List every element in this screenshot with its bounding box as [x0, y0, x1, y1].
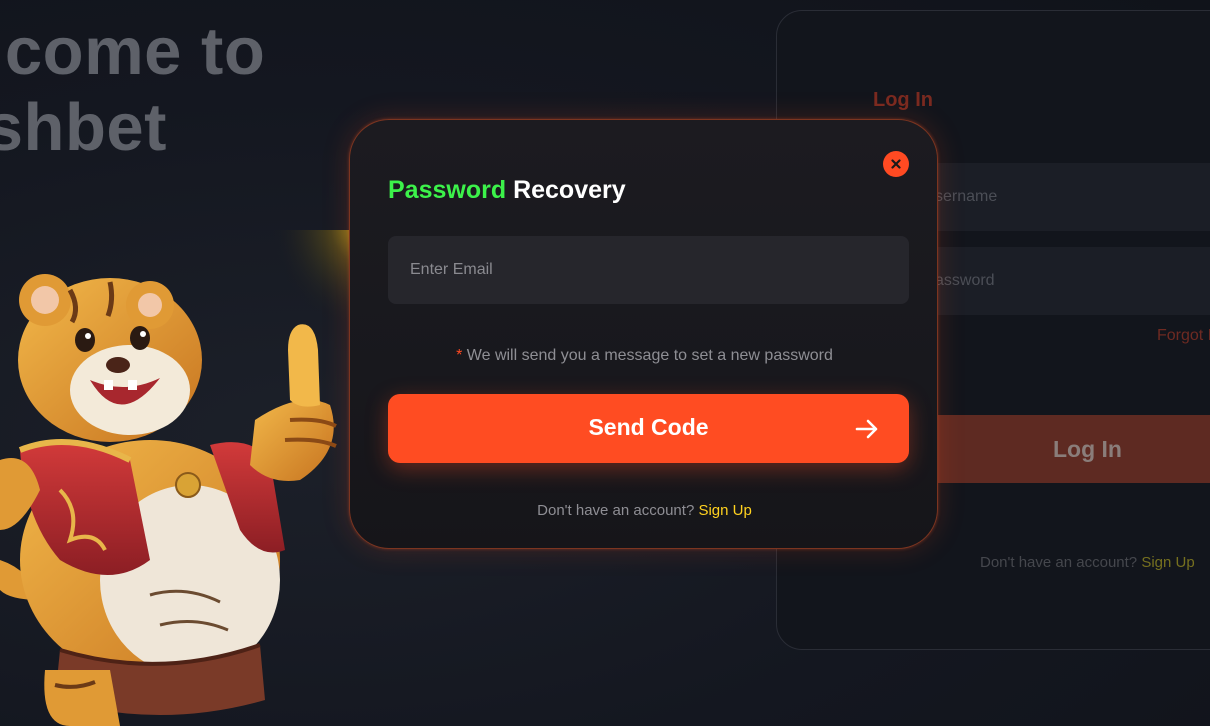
- background-signup-link: Sign Up: [1141, 554, 1195, 571]
- login-button: Log In: [915, 415, 1210, 483]
- note-text: We will send you a message to set a new …: [466, 347, 833, 364]
- email-input[interactable]: [388, 236, 909, 304]
- hero-line-1: elcome to: [0, 14, 266, 89]
- page: elcome to eshbet: [0, 0, 1210, 726]
- hero-line-2: eshbet: [0, 90, 167, 165]
- tiger-mascot-illustration: [0, 230, 360, 726]
- send-code-label: Send Code: [588, 414, 709, 440]
- modal-title-rest: Recovery: [513, 176, 626, 204]
- forgot-password-link: Forgot F: [1157, 327, 1210, 344]
- modal-title: Password Recovery: [388, 175, 626, 205]
- signup-prompt: Don't have an account? Sign Up: [350, 502, 939, 519]
- arrow-right-icon: [855, 419, 878, 439]
- signup-prompt-text: Don't have an account?: [537, 502, 695, 519]
- close-button[interactable]: [883, 151, 909, 177]
- password-recovery-modal: Password Recovery * We will send you a m…: [349, 119, 938, 549]
- background-signup-text: Don't have an account?: [980, 554, 1138, 571]
- note-asterisk: *: [456, 347, 463, 364]
- signup-link[interactable]: Sign Up: [698, 502, 751, 519]
- close-icon: [891, 159, 901, 169]
- hero-heading: elcome to eshbet: [0, 14, 265, 166]
- send-code-button[interactable]: Send Code: [388, 394, 909, 463]
- recovery-note: * We will send you a message to set a ne…: [350, 347, 939, 365]
- background-signup-prompt: Don't have an account? Sign Up: [980, 554, 1195, 571]
- modal-title-accent: Password: [388, 176, 507, 204]
- login-card-title: Log In: [873, 89, 933, 111]
